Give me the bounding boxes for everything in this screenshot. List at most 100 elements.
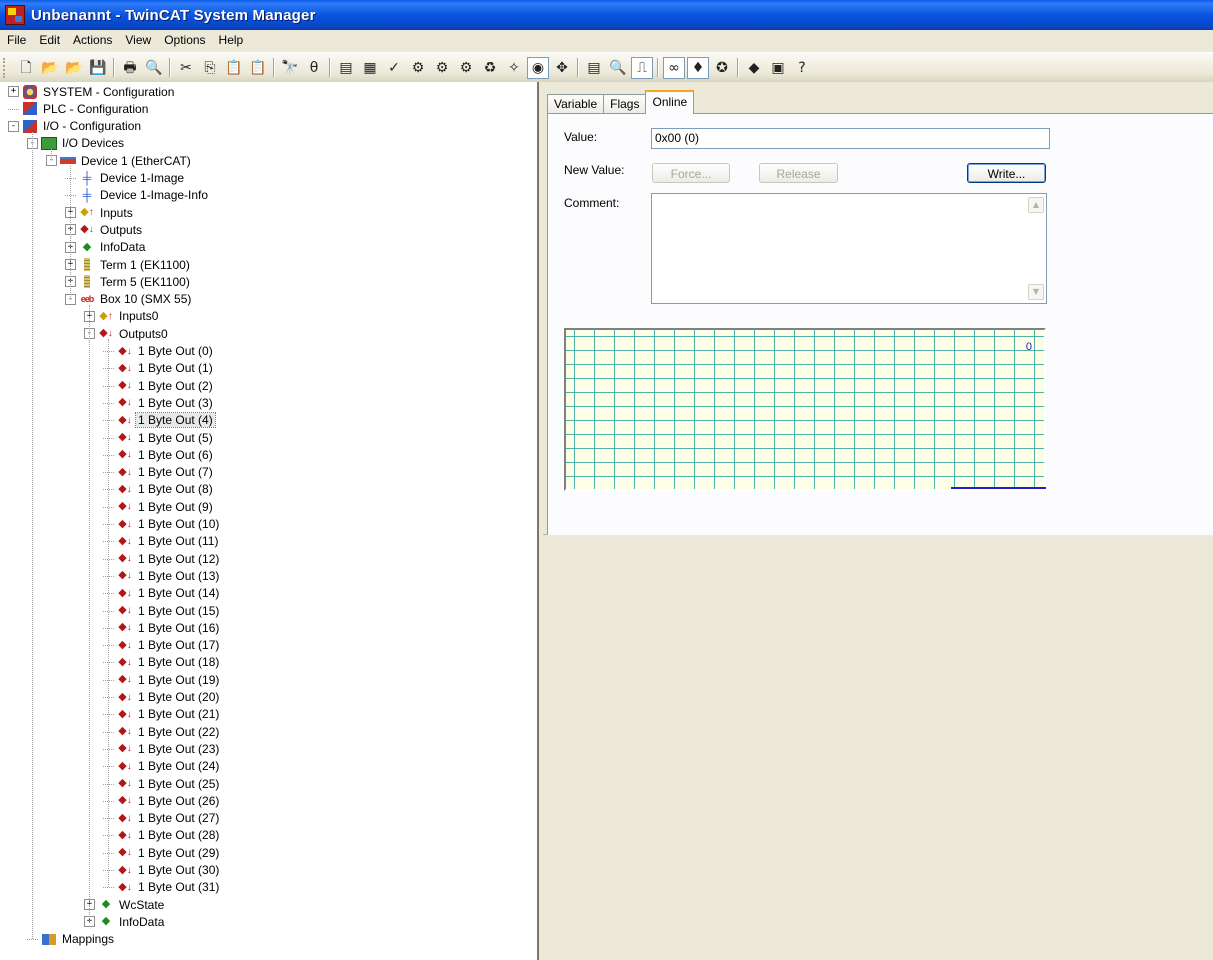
tree-item-byte-out[interactable]: ◆↓ 1 Byte Out (0) xyxy=(103,343,215,360)
paste-with-links-icon[interactable]: 📋 xyxy=(247,57,269,79)
tree-item-byte-out[interactable]: ◆↓ 1 Byte Out (12) xyxy=(103,550,221,567)
free-run-icon[interactable]: ✧ xyxy=(503,57,525,79)
new-icon[interactable]: 🗋 xyxy=(15,57,37,79)
tree-item-device1[interactable]: - Device 1 (EtherCAT) xyxy=(46,152,193,169)
tree-item-byte-out[interactable]: ◆↓ 1 Byte Out (18) xyxy=(103,654,221,671)
show-online-data-icon[interactable]: ▤ xyxy=(583,57,605,79)
tree-item-byte-out[interactable]: ◆↓ 1 Byte Out (11) xyxy=(103,533,220,550)
tree-view[interactable]: + SYSTEM - Configuration PLC - Configurati… xyxy=(0,82,539,960)
print-preview-icon[interactable]: 🔍 xyxy=(143,57,165,79)
tree-item-mappings[interactable]: Mappings xyxy=(27,931,116,948)
force-icon[interactable]: ♦ xyxy=(687,56,709,79)
menu-file[interactable]: File xyxy=(0,30,32,51)
tree-item-device1-image-info[interactable]: ╪ Device 1-Image-Info xyxy=(65,187,210,204)
tree-item-wcstate[interactable]: + ◆ WcState xyxy=(84,896,166,913)
zoom-icon[interactable]: 🔍 xyxy=(607,57,629,79)
tree-item-byte-out[interactable]: ◆↓ 1 Byte Out (26) xyxy=(103,792,221,809)
find-next-icon[interactable]: θ xyxy=(303,57,325,79)
open-icon[interactable]: 📂 xyxy=(39,57,61,79)
tree-item-byte-out[interactable]: ◆↓ 1 Byte Out (13) xyxy=(103,567,221,584)
find-icon[interactable]: 🔭 xyxy=(279,57,301,79)
tree-item-byte-out[interactable]: ◆↓ 1 Byte Out (10) xyxy=(103,516,221,533)
watch-icon[interactable]: ∞ xyxy=(663,56,685,79)
activate-configuration-icon[interactable]: ▦ xyxy=(359,57,381,79)
write-button[interactable]: Write... xyxy=(967,163,1046,183)
tree-item-box10[interactable]: - eeb Box 10 (SMX 55) xyxy=(65,291,193,308)
tree-item-device1-image[interactable]: ╪ Device 1-Image xyxy=(65,170,186,187)
check-configuration-icon[interactable]: ✓ xyxy=(383,57,405,79)
tree-item-byte-out[interactable]: ◆↓ 1 Byte Out (5) xyxy=(103,429,215,446)
set-run-mode-icon[interactable]: ⚙ xyxy=(407,57,429,79)
tree-item-outputs0[interactable]: - ◆↓ Outputs0 xyxy=(84,325,170,342)
help-icon[interactable]: ? xyxy=(791,57,813,79)
tree-item-outputs[interactable]: + ◆↓ Outputs xyxy=(65,221,144,238)
cut-icon[interactable]: ✂ xyxy=(175,57,197,79)
tree-item-byte-out[interactable]: ◆↓ 1 Byte Out (25) xyxy=(103,775,221,792)
toolbar-grip[interactable] xyxy=(3,57,9,78)
tree-item-byte-out[interactable]: ◆↓ 1 Byte Out (6) xyxy=(103,446,215,463)
tree-item-inputs0[interactable]: + ◆↑ Inputs0 xyxy=(84,308,160,325)
tree-item-plc-configuration[interactable]: PLC - Configuration xyxy=(8,100,150,117)
toggle-online-icon[interactable]: ◉ xyxy=(527,56,549,79)
tree-item-byte-out[interactable]: ◆↓ 1 Byte Out (31) xyxy=(103,879,221,896)
collapse-icon[interactable]: - xyxy=(8,120,19,132)
tree-item-byte-out[interactable]: ◆↓ 1 Byte Out (22) xyxy=(103,723,221,740)
tree-item-byte-out[interactable]: ◆↓ 1 Byte Out (9) xyxy=(103,498,215,515)
tree-item-term5[interactable]: + Term 5 (EK1100) xyxy=(65,273,192,290)
tab-variable[interactable]: Variable xyxy=(547,94,605,114)
context-help-icon[interactable]: ▣ xyxy=(767,57,789,79)
tree-item-byte-out[interactable]: ◆↓ 1 Byte Out (1) xyxy=(103,360,215,377)
scan-devices-icon[interactable]: ♻ xyxy=(479,57,501,79)
tree-item-byte-out[interactable]: ◆↓ 1 Byte Out (30) xyxy=(103,862,221,879)
tree-item-byte-out[interactable]: ◆↓ 1 Byte Out (17) xyxy=(103,637,221,654)
tree-item-term1[interactable]: + Term 1 (EK1100) xyxy=(65,256,192,273)
tree-item-byte-out[interactable]: ◆↓ 1 Byte Out (3) xyxy=(103,394,215,411)
tree-item-system-configuration[interactable]: + SYSTEM - Configuration xyxy=(8,83,176,100)
tab-online[interactable]: Online xyxy=(645,90,695,114)
tree-item-byte-out[interactable]: ◆↓ 1 Byte Out (28) xyxy=(103,827,221,844)
release-button[interactable]: Release xyxy=(759,163,838,183)
comment-scroll-up[interactable]: ▲ xyxy=(1028,197,1044,213)
menu-edit[interactable]: Edit xyxy=(32,30,66,51)
comment-scroll-down[interactable]: ▼ xyxy=(1028,284,1044,300)
tree-item-byte-out[interactable]: ◆↓ 1 Byte Out (8) xyxy=(103,481,215,498)
tree-item-byte-out[interactable]: ◆↓ 1 Byte Out (24) xyxy=(103,758,221,775)
menu-options[interactable]: Options xyxy=(157,30,211,51)
tree-item-infodata[interactable]: + ◆ InfoData xyxy=(65,239,147,256)
set-config-mode-icon[interactable]: ⚙ xyxy=(431,57,453,79)
online-graph-icon[interactable]: ⎍ xyxy=(631,56,653,79)
tree-item-infodata-box[interactable]: + ◆ InfoData xyxy=(84,913,166,930)
tree-item-byte-out[interactable]: ◆↓ 1 Byte Out (16) xyxy=(103,619,221,636)
tree-item-byte-out[interactable]: ◆↓ 1 Byte Out (21) xyxy=(103,706,221,723)
tree-item-byte-out[interactable]: ◆↓ 1 Byte Out (2) xyxy=(103,377,215,394)
open-from-target-icon[interactable]: 📂 xyxy=(63,57,85,79)
tree-item-byte-out[interactable]: ◆↓ 1 Byte Out (19) xyxy=(103,671,221,688)
restart-icon[interactable]: ⚙ xyxy=(455,57,477,79)
help-book-icon[interactable]: ◆ xyxy=(743,57,765,79)
copy-icon[interactable]: ⎘ xyxy=(199,57,221,79)
tree-item-byte-out[interactable]: ◆↓ 1 Byte Out (27) xyxy=(103,810,221,827)
target-icon[interactable]: ✪ xyxy=(711,57,733,79)
tree-item-inputs[interactable]: + ◆↑ Inputs xyxy=(65,204,135,221)
menu-help[interactable]: Help xyxy=(212,30,250,51)
tree-item-byte-out[interactable]: ◆↓ 1 Byte Out (7) xyxy=(103,464,215,481)
menu-view[interactable]: View xyxy=(118,30,157,51)
tree-item-byte-out[interactable]: ◆↓ 1 Byte Out (29) xyxy=(103,844,221,861)
tree-item-io-configuration[interactable]: - I/O - Configuration xyxy=(8,118,143,135)
save-icon[interactable]: 💾 xyxy=(87,57,109,79)
show-subitems-icon[interactable]: ✥ xyxy=(551,57,573,79)
menu-actions[interactable]: Actions xyxy=(66,30,118,51)
tree-item-io-devices[interactable]: - I/O Devices xyxy=(27,135,126,152)
generate-mappings-icon[interactable]: ▤ xyxy=(335,57,357,79)
tree-item-byte-out[interactable]: ◆↓ 1 Byte Out (4) xyxy=(103,412,216,429)
expand-icon[interactable]: + xyxy=(8,86,19,97)
paste-icon[interactable]: 📋 xyxy=(223,57,245,79)
print-icon[interactable]: 🖶 xyxy=(119,57,141,79)
tree-item-byte-out[interactable]: ◆↓ 1 Byte Out (23) xyxy=(103,740,221,757)
comment-field[interactable]: ▲ ▼ xyxy=(651,193,1047,304)
tab-flags[interactable]: Flags xyxy=(603,94,647,114)
tree-item-byte-out[interactable]: ◆↓ 1 Byte Out (14) xyxy=(103,585,221,602)
force-button[interactable]: Force... xyxy=(652,163,730,183)
tree-item-byte-out[interactable]: ◆↓ 1 Byte Out (20) xyxy=(103,689,221,706)
tree-item-byte-out[interactable]: ◆↓ 1 Byte Out (15) xyxy=(103,602,221,619)
